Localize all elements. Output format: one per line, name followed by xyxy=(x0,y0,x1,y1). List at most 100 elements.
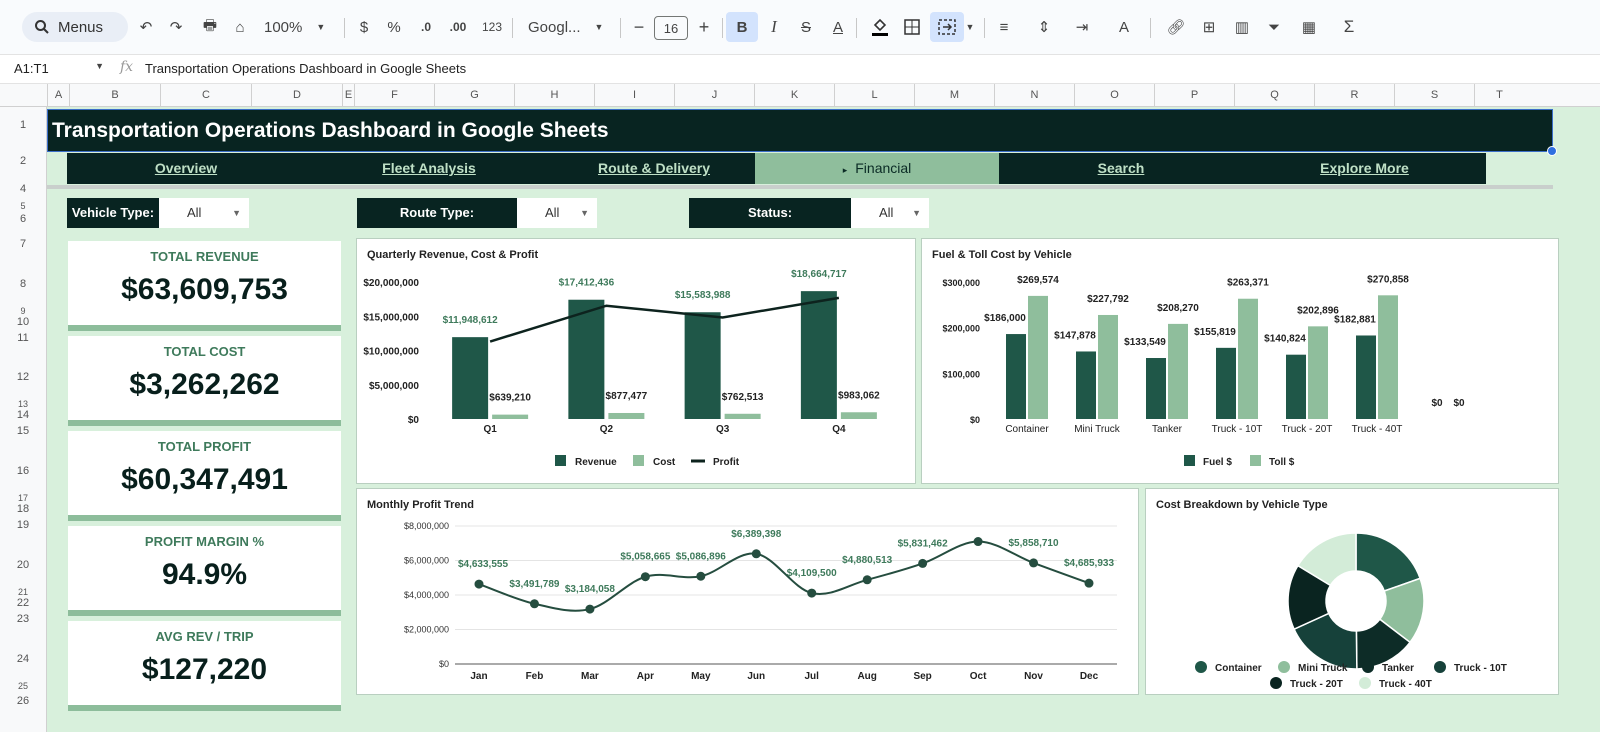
row-header[interactable]: 9 xyxy=(0,306,46,316)
nav-route-delivery[interactable]: Route & Delivery xyxy=(553,153,755,184)
data-point xyxy=(1084,578,1094,588)
vehicle-type-dropdown[interactable]: All ▼ xyxy=(159,198,249,228)
print-icon[interactable]: 🖶 xyxy=(196,12,224,42)
row-header[interactable]: 14 xyxy=(0,409,46,421)
row-header[interactable]: 4 xyxy=(0,183,46,195)
fuel-toll-chart-panel[interactable]: Fuel & Toll Cost by Vehicle $0 $100,000 $2… xyxy=(921,238,1559,484)
row-header[interactable]: 22 xyxy=(0,597,46,609)
row-header[interactable]: 6 xyxy=(0,213,46,225)
filter-views-icon[interactable]: ▦ xyxy=(1292,12,1326,42)
borders-icon[interactable] xyxy=(898,12,926,42)
nav-financial[interactable]: ▸ Financial xyxy=(755,153,999,184)
column-header[interactable]: D xyxy=(251,84,342,106)
functions-icon[interactable]: Σ xyxy=(1335,12,1363,42)
column-header[interactable]: F xyxy=(354,84,434,106)
row-header[interactable]: 16 xyxy=(0,465,46,477)
vertical-align-icon[interactable]: ⇕ xyxy=(1030,12,1058,42)
menus-search-button[interactable]: Menus xyxy=(22,12,128,42)
route-type-dropdown[interactable]: All ▼ xyxy=(517,198,597,228)
column-header[interactable]: H xyxy=(514,84,594,106)
y-tick-label: $0 xyxy=(439,659,449,669)
column-header[interactable]: N xyxy=(994,84,1074,106)
row-header[interactable]: 5 xyxy=(0,201,46,211)
row-header[interactable]: 10 xyxy=(0,316,46,328)
nav-fleet-analysis[interactable]: Fleet Analysis xyxy=(305,153,553,184)
column-header[interactable]: S xyxy=(1394,84,1474,106)
row-header[interactable]: 13 xyxy=(0,399,46,409)
insert-link-icon[interactable]: 🔗︎ xyxy=(1162,12,1190,42)
bold-icon[interactable]: B xyxy=(726,12,758,42)
paint-format-icon[interactable]: ⌂ xyxy=(226,12,254,42)
status-dropdown[interactable]: All ▼ xyxy=(851,198,929,228)
row-header[interactable]: 12 xyxy=(0,371,46,383)
font-select[interactable]: Googl... ▼ xyxy=(528,12,608,42)
column-header[interactable]: O xyxy=(1074,84,1154,106)
column-header[interactable]: T xyxy=(1474,84,1524,106)
increase-font-size-icon[interactable]: + xyxy=(690,12,718,42)
column-header[interactable]: M xyxy=(914,84,994,106)
nav-overview[interactable]: Overview xyxy=(67,153,305,184)
selection-handle[interactable] xyxy=(1547,146,1557,156)
text-rotation-icon[interactable]: A xyxy=(1110,12,1138,42)
row-header[interactable]: 2 xyxy=(0,155,46,167)
column-header[interactable]: L xyxy=(834,84,914,106)
italic-icon[interactable]: I xyxy=(760,12,788,42)
dashboard-title-cell[interactable]: Transportation Operations Dashboard in G… xyxy=(47,109,1553,152)
column-header[interactable]: A xyxy=(47,84,69,106)
column-header[interactable]: C xyxy=(160,84,251,106)
nav-search[interactable]: Search xyxy=(999,153,1243,184)
row-header[interactable]: 17 xyxy=(0,493,46,503)
text-wrap-icon[interactable]: ⇥ xyxy=(1068,12,1096,42)
row-header[interactable]: 24 xyxy=(0,653,46,665)
currency-format-button[interactable]: $ xyxy=(350,12,378,42)
row-header[interactable]: 21 xyxy=(0,587,46,597)
fill-color-icon[interactable] xyxy=(866,12,894,42)
row-header[interactable]: 23 xyxy=(0,613,46,625)
insert-comment-icon[interactable]: ⊞ xyxy=(1195,12,1223,42)
data-point xyxy=(1029,558,1039,568)
column-header[interactable]: E xyxy=(342,84,354,106)
percent-format-button[interactable]: % xyxy=(380,12,408,42)
row-header[interactable]: 19 xyxy=(0,519,46,531)
nav-explore-more[interactable]: Explore More xyxy=(1243,153,1486,184)
row-header[interactable]: 20 xyxy=(0,559,46,571)
row-header[interactable]: 7 xyxy=(0,238,46,250)
row-header[interactable]: 8 xyxy=(0,278,46,290)
column-header[interactable]: G xyxy=(434,84,514,106)
merge-cells-icon[interactable] xyxy=(930,12,964,42)
row-header[interactable]: 11 xyxy=(0,332,46,344)
zoom-select[interactable]: 100% ▼ xyxy=(264,12,334,42)
font-size-input[interactable]: 16 xyxy=(654,16,688,40)
redo-icon[interactable]: ↷ xyxy=(162,12,190,42)
row-header[interactable]: 1 xyxy=(0,119,46,131)
name-box[interactable]: A1:T1 ▼ xyxy=(14,61,104,76)
quarterly-chart-panel[interactable]: Quarterly Revenue, Cost & Profit $0 $5,00… xyxy=(356,238,916,484)
column-header[interactable]: K xyxy=(754,84,834,106)
column-header[interactable]: I xyxy=(594,84,674,106)
decrease-font-size-icon[interactable]: − xyxy=(625,12,653,42)
strikethrough-icon[interactable]: S xyxy=(792,12,820,42)
column-header[interactable]: Q xyxy=(1234,84,1314,106)
number-format-button[interactable]: 123 xyxy=(478,12,506,42)
cost-breakdown-chart-panel[interactable]: Cost Breakdown by Vehicle Type Container… xyxy=(1145,488,1559,695)
sheet-grid[interactable]: Transportation Operations Dashboard in G… xyxy=(47,107,1600,732)
increase-decimal-button[interactable]: .00 xyxy=(444,12,472,42)
align-left-icon[interactable]: ≡ xyxy=(990,12,1018,42)
row-header[interactable]: 18 xyxy=(0,503,46,515)
text-color-icon[interactable]: A xyxy=(824,12,852,42)
chevron-down-icon[interactable]: ▼ xyxy=(964,12,976,42)
undo-icon[interactable]: ↶ xyxy=(132,12,160,42)
decrease-decimal-button[interactable]: .0 xyxy=(412,12,440,42)
y-tick-label: $200,000 xyxy=(942,324,980,334)
row-header[interactable]: 26 xyxy=(0,695,46,707)
insert-chart-icon[interactable]: ▥ xyxy=(1228,12,1256,42)
formula-input[interactable]: Transportation Operations Dashboard in G… xyxy=(145,61,466,76)
column-header[interactable]: J xyxy=(674,84,754,106)
column-header[interactable]: B xyxy=(69,84,160,106)
row-header[interactable]: 25 xyxy=(0,681,46,691)
filter-icon[interactable]: ⏷ xyxy=(1260,12,1288,42)
column-header[interactable]: P xyxy=(1154,84,1234,106)
column-header[interactable]: R xyxy=(1314,84,1394,106)
monthly-profit-chart-panel[interactable]: Monthly Profit Trend $0 $2,000,000 $4,000,… xyxy=(356,488,1139,695)
row-header[interactable]: 15 xyxy=(0,425,46,437)
